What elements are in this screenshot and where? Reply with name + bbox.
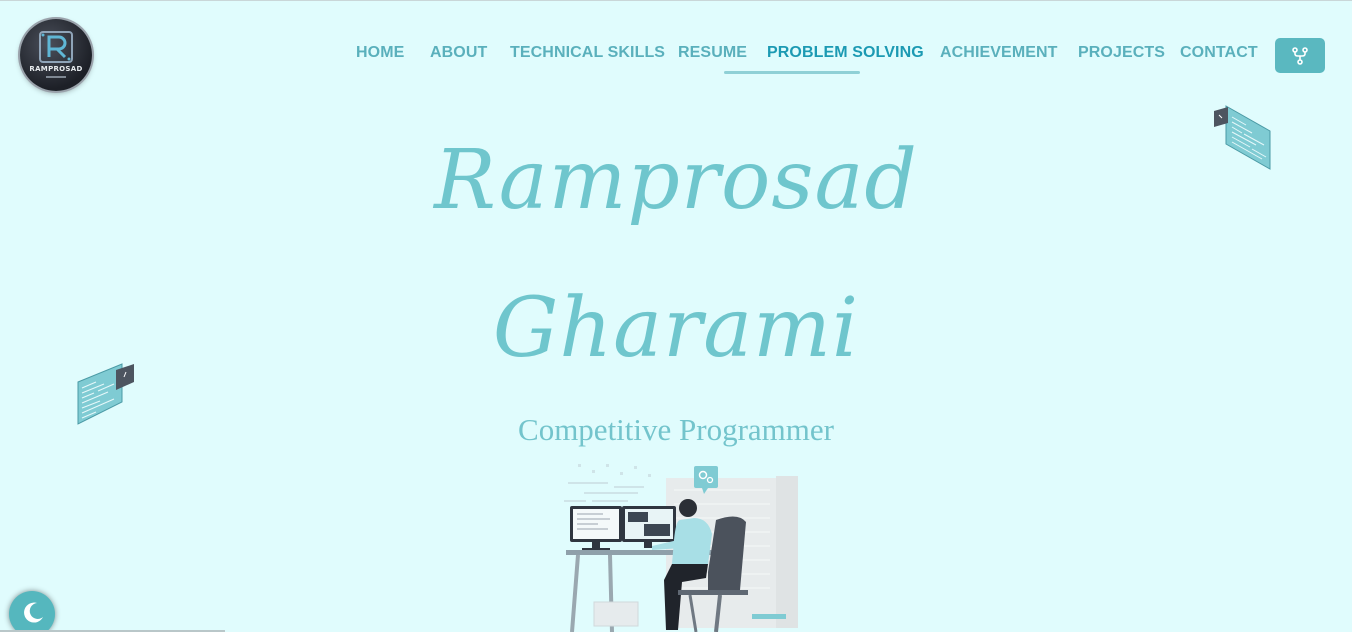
nav-home[interactable]: HOME (356, 44, 404, 62)
moon-icon (24, 602, 43, 623)
programmer-at-desk-illustration (564, 464, 798, 632)
git-fork-icon (1292, 47, 1308, 65)
logo-divider (46, 76, 66, 78)
theme-toggle-button[interactable] (9, 591, 55, 632)
hero-role: Competitive Programmer (518, 412, 834, 447)
main-nav: HOME ABOUT TECHNICAL SKILLS RESUME PROBL… (0, 44, 1352, 68)
top-border (0, 0, 1352, 1)
nav-contact[interactable]: CONTACT (1180, 44, 1258, 62)
hero-first-name: Ramprosad (434, 133, 918, 228)
nav-achievement[interactable]: ACHIEVEMENT (940, 44, 1058, 62)
hero-last-name: Gharami (492, 281, 860, 376)
nav-about[interactable]: ABOUT (430, 44, 487, 62)
nav-resume[interactable]: RESUME (678, 44, 747, 62)
nav-technical-skills[interactable]: TECHNICAL SKILLS (510, 44, 665, 62)
active-nav-indicator (724, 71, 860, 74)
github-fork-button[interactable] (1275, 38, 1325, 73)
nav-problem-solving[interactable]: PROBLEM SOLVING (767, 44, 924, 62)
nav-projects[interactable]: PROJECTS (1078, 44, 1165, 62)
portfolio-page: RAMPROSAD HOME ABOUT TECHNICAL SKILLS RE… (0, 0, 1352, 632)
